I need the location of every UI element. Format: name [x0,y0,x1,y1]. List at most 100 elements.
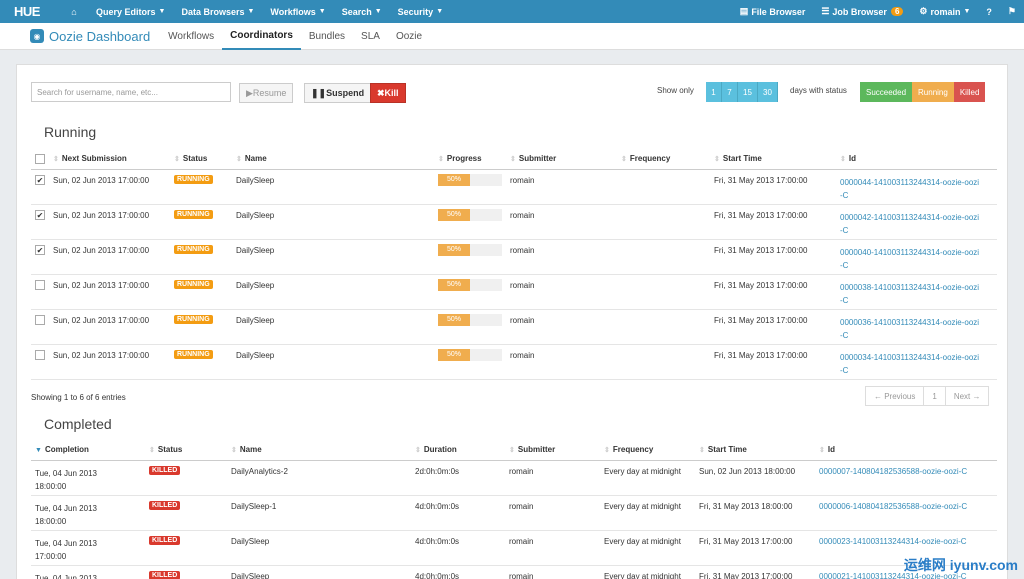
coordinator-id-link[interactable]: 0000034-141003113244314-oozie-oozi-C [840,351,980,377]
coordinator-id-link[interactable]: 0000040-141003113244314-oozie-oozi-C [840,246,980,272]
checked-checkbox[interactable]: ✔ [35,174,45,185]
coordinator-name: DailySleep [236,245,275,255]
col-submitter[interactable]: ⇕ Submitter [505,439,600,461]
submitter-cell: romain [506,344,617,380]
nav-workflows[interactable]: Workflows ▼ [262,0,333,23]
col-start-time[interactable]: ⇕ Start Time [695,439,815,461]
table-row[interactable]: Tue, 04 Jun 2013 17:00:00 KILLED DailySlee… [31,530,997,566]
sort-desc-icon: ▼ [35,446,42,454]
hue-logo[interactable]: HUE [0,0,60,23]
next-submission: Sun, 02 Jun 2013 17:00:00 [53,245,150,255]
progress-cell: 50% [434,309,506,345]
coordinator-name: DailySleep [236,210,275,220]
show-only-label: Show only [657,86,694,95]
nav-search[interactable]: Search ▼ [334,0,390,23]
table-row[interactable]: Sun, 02 Jun 2013 17:00:00 RUNNING DailySle… [31,274,997,310]
start-time: Fri, 31 May 2013 17:00:00 [714,175,808,185]
tab-coordinators[interactable]: Coordinators [222,23,301,50]
table-row[interactable]: Sun, 02 Jun 2013 17:00:00 RUNNING DailySle… [31,309,997,345]
select-all-header[interactable] [31,148,49,170]
tab-bundles[interactable]: Bundles [301,23,353,50]
progress-fill: 50% [438,208,470,221]
col-completion[interactable]: ▼ Completion [31,439,145,461]
button-label: Resume [252,88,287,98]
days-1-button[interactable]: 1 [706,82,722,102]
nav-security[interactable]: Security ▼ [390,0,451,23]
tab-sla[interactable]: SLA [353,23,388,50]
button-label: Suspend [326,88,365,98]
coordinator-id-link[interactable]: 0000036-141003113244314-oozie-oozi-C [840,316,980,342]
coordinator-id-link[interactable]: 0000007-140804182536588-oozie-oozi-C [819,467,993,476]
frequency-cell [617,239,710,275]
status-cell: KILLED [145,495,227,531]
unchecked-checkbox[interactable] [35,279,45,290]
nav-job-browser[interactable]: ☰ Job Browser 6 [813,0,911,23]
nav-label: Search [341,6,372,17]
col-duration[interactable]: ⇕ Duration [411,439,505,461]
col-name[interactable]: ⇕ Name [227,439,411,461]
days-30-button[interactable]: 30 [758,82,778,102]
checked-checkbox[interactable]: ✔ [35,244,45,255]
submitter-cell: romain [506,309,617,345]
days-7-button[interactable]: 7 [722,82,738,102]
coordinator-id-link[interactable]: 0000006-140804182536588-oozie-oozi-C [819,502,993,511]
duration-cell: 4d:0h:0m:0s [411,530,505,566]
table-row[interactable]: Tue, 04 Jun 2013 18:00:00 KILLED DailySlee… [31,495,997,531]
col-id[interactable]: ⇕ Id [836,148,997,170]
checked-checkbox[interactable]: ✔ [35,209,45,220]
table-row[interactable]: ✔ Sun, 02 Jun 2013 17:00:00 RUNNING DailySl… [31,169,997,205]
status-killed-button[interactable]: Killed [953,82,986,102]
kill-button[interactable]: ✖ Kill [370,83,406,103]
status-cell: RUNNING [170,309,232,345]
help-icon[interactable]: ? [978,0,1000,23]
oozie-dashboard-brand[interactable]: ◉ Oozie Dashboard [30,29,150,44]
coordinator-id-link[interactable]: 0000038-141003113244314-oozie-oozi-C [840,281,980,307]
col-status[interactable]: ⇕ Status [145,439,227,461]
suspend-button[interactable]: ❚❚ Suspend [304,83,372,103]
col-next-submission[interactable]: ⇕ Next Submission [49,148,170,170]
nav-data-browsers[interactable]: Data Browsers ▼ [173,0,262,23]
page-1-button[interactable]: 1 [924,387,946,405]
duration: 4d:0h:0m:0s [415,571,460,579]
flag-icon[interactable]: ⚑ [1000,0,1024,23]
col-frequency[interactable]: ⇕ Frequency [600,439,695,461]
status-succeeded-button[interactable]: Succeeded [860,82,913,102]
tab-oozie[interactable]: Oozie [388,23,430,50]
header-label: Name [244,153,267,163]
nav-file-browser[interactable]: ▤ File Browser [732,0,814,23]
next-page-button[interactable]: Next → [946,387,989,405]
progress-cell: 50% [434,344,506,380]
table-row[interactable]: Tue, 04 Jun 2013 KILLED DailySleep 4d:0h:0m… [31,565,997,579]
table-row[interactable]: Tue, 04 Jun 2013 18:00:00 KILLED DailyAnal… [31,460,997,496]
previous-page-button[interactable]: ← Previous [866,387,925,405]
coordinator-id-link[interactable]: 0000023-141003113244314-oozie-oozi-C [819,537,993,546]
name-cell: DailySleep [227,565,411,579]
button-label: Kill [384,88,399,98]
table-row[interactable]: ✔ Sun, 02 Jun 2013 17:00:00 RUNNING DailySl… [31,204,997,240]
col-id[interactable]: ⇕ Id [815,439,997,461]
col-submitter[interactable]: ⇕ Submitter [506,148,617,170]
select-all-checkbox[interactable] [35,153,45,164]
table-row[interactable]: ✔ Sun, 02 Jun 2013 17:00:00 RUNNING DailySl… [31,239,997,275]
col-progress[interactable]: ⇕ Progress [434,148,506,170]
nav-user-menu[interactable]: ⚙ romain ▼ [911,0,978,23]
status-running-button[interactable]: Running [912,82,954,102]
submitter: romain [510,280,535,290]
col-name[interactable]: ⇕ Name [232,148,434,170]
coordinator-id-link[interactable]: 0000042-141003113244314-oozie-oozi-C [840,211,980,237]
search-input[interactable]: Search for username, name, etc... [31,82,231,102]
col-status[interactable]: ⇕ Status [170,148,232,170]
tab-workflows[interactable]: Workflows [160,23,222,50]
id-cell: 0000042-141003113244314-oozie-oozi-C [836,204,997,240]
frequency: Every day at midnight [604,571,681,579]
resume-button[interactable]: ▶ Resume [239,83,294,103]
col-start-time[interactable]: ⇕ Start Time [710,148,836,170]
table-row[interactable]: Sun, 02 Jun 2013 17:00:00 RUNNING DailySle… [31,344,997,380]
nav-query-editors[interactable]: Query Editors ▼ [88,0,173,23]
unchecked-checkbox[interactable] [35,349,45,360]
days-15-button[interactable]: 15 [738,82,758,102]
coordinator-id-link[interactable]: 0000044-141003113244314-oozie-oozi-C [840,176,980,202]
home-icon[interactable]: ⌂ [60,7,88,17]
col-frequency[interactable]: ⇕ Frequency [617,148,710,170]
unchecked-checkbox[interactable] [35,314,45,325]
